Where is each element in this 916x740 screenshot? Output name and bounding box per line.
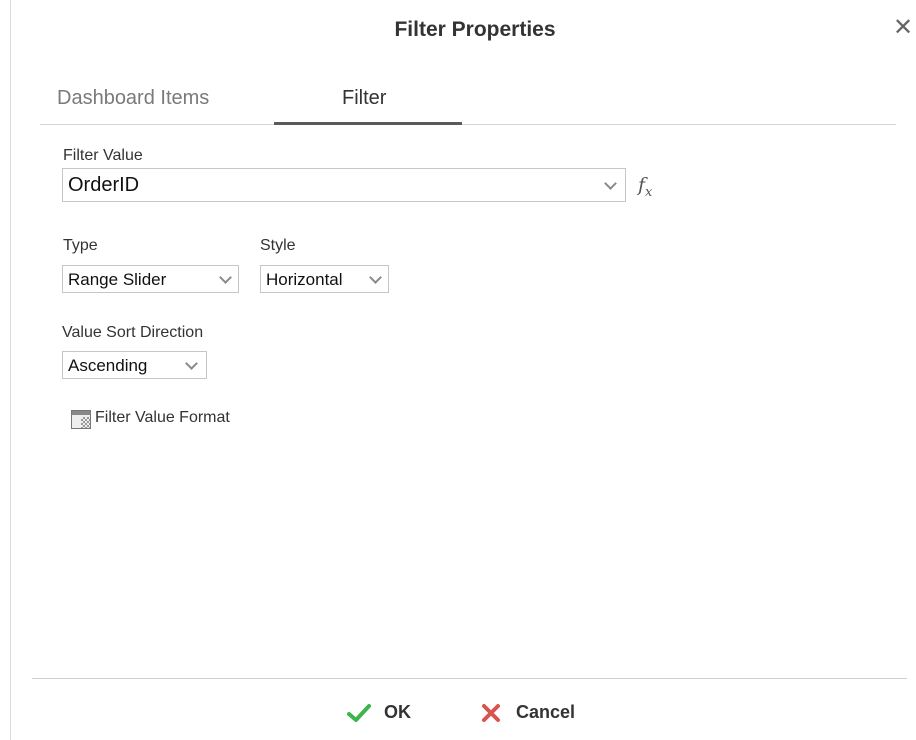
function-fx-icon[interactable]: fx	[638, 174, 652, 200]
chevron-down-icon	[185, 357, 198, 370]
footer-divider	[32, 678, 907, 679]
sort-direction-selected: Ascending	[68, 356, 148, 375]
sort-direction-select[interactable]: Ascending	[62, 351, 207, 379]
ok-label: OK	[384, 702, 411, 722]
chevron-down-icon	[219, 271, 232, 284]
close-x-icon	[482, 704, 500, 722]
tabs-divider	[40, 124, 896, 125]
filter-value-select[interactable]: OrderID	[62, 168, 626, 202]
chevron-down-icon	[369, 271, 382, 284]
chevron-down-icon	[604, 177, 617, 190]
sort-direction-label: Value Sort Direction	[62, 324, 204, 341]
active-tab-indicator	[274, 122, 462, 125]
style-label: Style	[260, 237, 296, 254]
close-icon[interactable]: ✕	[893, 14, 913, 42]
type-label: Type	[63, 237, 98, 254]
dialog-title: Filter Properties	[394, 18, 556, 41]
cancel-label: Cancel	[516, 702, 576, 722]
style-selected: Horizontal	[266, 270, 343, 289]
type-selected: Range Slider	[68, 270, 167, 289]
filter-value-format-link[interactable]: Filter Value Format	[95, 409, 230, 427]
style-select[interactable]: Horizontal	[260, 265, 389, 293]
format-grid-icon[interactable]	[71, 410, 91, 429]
filter-value-label: Filter Value	[63, 147, 143, 164]
tab-filter[interactable]: Filter	[342, 86, 386, 110]
dialog-left-border	[10, 0, 11, 740]
check-icon	[347, 704, 371, 722]
type-select[interactable]: Range Slider	[62, 265, 239, 293]
filter-value-selected: OrderID	[68, 174, 140, 196]
tab-dashboard-items[interactable]: Dashboard Items	[57, 86, 209, 110]
